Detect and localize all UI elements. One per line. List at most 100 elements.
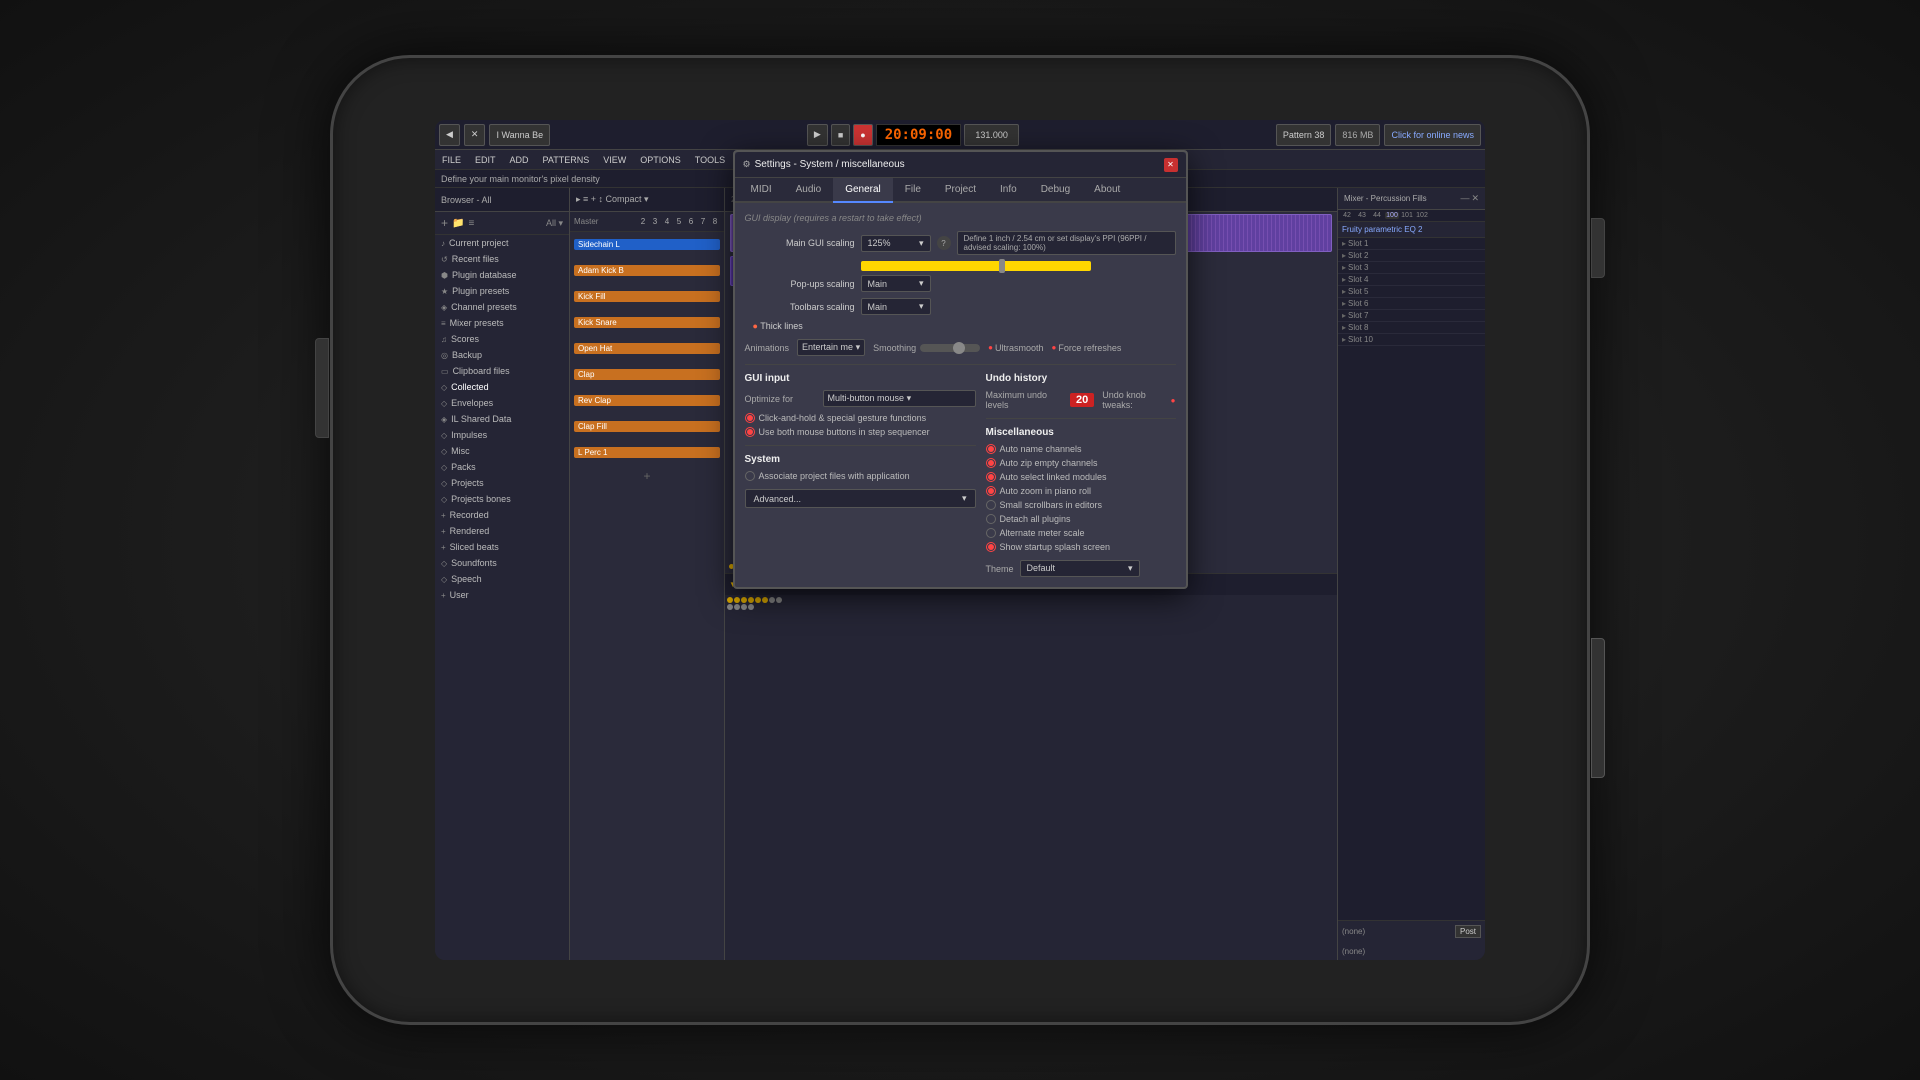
- misc-radio-3[interactable]: [986, 472, 996, 482]
- smoothing-label: Smoothing: [873, 343, 916, 353]
- popups-scaling-label: Pop-ups scaling: [745, 279, 855, 289]
- smoothing-thumb[interactable]: [953, 342, 965, 354]
- option2-radio[interactable]: [745, 427, 755, 437]
- force-refreshes-label: Force refreshes: [1058, 343, 1121, 353]
- theme-arrow: ▾: [1128, 563, 1133, 574]
- misc-radio-1[interactable]: [986, 444, 996, 454]
- theme-value: Default: [1027, 563, 1056, 574]
- popups-scaling-text: Main: [868, 279, 888, 289]
- option1-radio[interactable]: [745, 413, 755, 423]
- misc-radio-4[interactable]: [986, 486, 996, 496]
- volume-button[interactable]: [315, 338, 329, 438]
- dialog-title-area: ⚙ Settings - System / miscellaneous: [743, 159, 905, 170]
- associate-row: Associate project files with application: [745, 471, 976, 481]
- animations-row: Animations Entertain me ▾ Smoothing: [745, 339, 1176, 356]
- undo-misc-panel: Undo history Maximum undo levels 20 Undo…: [986, 373, 1176, 577]
- settings-dialog: ⚙ Settings - System / miscellaneous ✕ MI…: [733, 150, 1188, 589]
- optimize-value: Multi-button mouse: [828, 393, 905, 403]
- option1-row: Click-and-hold & special gesture functio…: [745, 413, 976, 423]
- animations-select[interactable]: Entertain me ▾: [797, 339, 865, 356]
- home-button[interactable]: [1591, 638, 1605, 778]
- smoothing-slider[interactable]: [920, 344, 980, 352]
- advanced-area: Advanced... ▾: [745, 489, 976, 508]
- tab-general[interactable]: General: [833, 178, 893, 203]
- misc-label-3: Auto select linked modules: [1000, 472, 1107, 482]
- misc-option-1: Auto name channels: [986, 444, 1176, 454]
- toolbars-scaling-label: Toolbars scaling: [745, 302, 855, 312]
- dialog-close-btn[interactable]: ✕: [1164, 158, 1178, 172]
- thick-lines-text: Thick lines: [760, 321, 803, 331]
- dialog-title-bar: ⚙ Settings - System / miscellaneous ✕: [735, 152, 1186, 178]
- misc-option-8: Show startup splash screen: [986, 542, 1176, 552]
- misc-option-7: Alternate meter scale: [986, 528, 1176, 538]
- tab-file[interactable]: File: [893, 178, 933, 203]
- tab-midi[interactable]: MIDI: [739, 178, 784, 203]
- advanced-btn[interactable]: Advanced... ▾: [745, 489, 976, 508]
- misc-option-2: Auto zip empty channels: [986, 458, 1176, 468]
- misc-radio-7[interactable]: [986, 528, 996, 538]
- toolbars-scaling-text: Main: [868, 302, 888, 312]
- ultrasmooth-dot: ●: [988, 343, 993, 352]
- smoothing-area: Smoothing: [873, 343, 980, 353]
- misc-option-3: Auto select linked modules: [986, 472, 1176, 482]
- animations-value: Entertain me: [802, 342, 853, 352]
- theme-select[interactable]: Default ▾: [1020, 560, 1140, 577]
- popups-scaling-value[interactable]: Main ▾: [861, 275, 931, 292]
- main-gui-scaling-text: 125%: [868, 238, 891, 248]
- power-button[interactable]: [1591, 218, 1605, 278]
- thick-lines-label: ● Thick lines: [745, 321, 855, 331]
- ultrasmooth-area: ● Ultrasmooth: [988, 343, 1043, 353]
- option2-label: Use both mouse buttons in step sequencer: [759, 427, 930, 437]
- dialog-title: Settings - System / miscellaneous: [755, 159, 905, 170]
- max-undo-label: Maximum undo levels: [986, 390, 1062, 410]
- misc-label-2: Auto zip empty channels: [1000, 458, 1098, 468]
- dropdown-arrow-2: ▾: [919, 278, 924, 289]
- tab-about[interactable]: About: [1082, 178, 1132, 203]
- misc-label-7: Alternate meter scale: [1000, 528, 1085, 538]
- option1-label: Click-and-hold & special gesture functio…: [759, 413, 927, 423]
- misc-radio-8[interactable]: [986, 542, 996, 552]
- ppi-slider[interactable]: [861, 261, 1091, 271]
- misc-radio-5[interactable]: [986, 500, 996, 510]
- optimize-arrow: ▾: [907, 393, 912, 403]
- misc-option-6: Detach all plugins: [986, 514, 1176, 524]
- ppi-slider-container: [861, 261, 1176, 271]
- phone-body: ◀ ✕ I Wanna Be ▶ ■ ● 20:09:00 131.000 Pa…: [330, 55, 1590, 1025]
- main-gui-scaling-label: Main GUI scaling: [745, 238, 855, 248]
- theme-row: Theme Default ▾: [986, 560, 1176, 577]
- gui-input-title: GUI input: [745, 373, 976, 384]
- divider-2: [745, 445, 976, 446]
- misc-radio-6[interactable]: [986, 514, 996, 524]
- dialog-content: GUI display (requires a restart to take …: [735, 203, 1186, 587]
- misc-option-5: Small scrollbars in editors: [986, 500, 1176, 510]
- option2-row: Use both mouse buttons in step sequencer: [745, 427, 976, 437]
- toolbars-scaling-row: Toolbars scaling Main ▾: [745, 298, 1176, 315]
- tab-audio[interactable]: Audio: [784, 178, 834, 203]
- gui-display-label: GUI display (requires a restart to take …: [745, 213, 1176, 223]
- phone-screen: ◀ ✕ I Wanna Be ▶ ■ ● 20:09:00 131.000 Pa…: [435, 120, 1485, 960]
- associate-radio[interactable]: [745, 471, 755, 481]
- toolbars-scaling-value[interactable]: Main ▾: [861, 298, 931, 315]
- associate-label: Associate project files with application: [759, 471, 910, 481]
- tab-project[interactable]: Project: [933, 178, 988, 203]
- ppi-slider-thumb[interactable]: [999, 259, 1005, 273]
- optimize-row: Optimize for Multi-button mouse ▾: [745, 390, 976, 407]
- settings-gear-icon: ⚙: [743, 159, 751, 170]
- settings-tab-bar: MIDI Audio General File Project Info Deb…: [735, 178, 1186, 203]
- optimize-select[interactable]: Multi-button mouse ▾: [823, 390, 976, 407]
- main-gui-scaling-value[interactable]: 125% ▾: [861, 235, 931, 252]
- gui-scaling-help[interactable]: ?: [937, 236, 951, 250]
- theme-label: Theme: [986, 564, 1014, 574]
- misc-radio-2[interactable]: [986, 458, 996, 468]
- tab-info[interactable]: Info: [988, 178, 1029, 203]
- tab-debug[interactable]: Debug: [1029, 178, 1082, 203]
- system-title: System: [745, 454, 976, 465]
- misc-label-6: Detach all plugins: [1000, 514, 1071, 524]
- misc-option-4: Auto zoom in piano roll: [986, 486, 1176, 496]
- anim-arrow: ▾: [856, 342, 861, 352]
- undo-knob-area: Undo knob tweaks: ●: [1102, 390, 1175, 410]
- misc-label-8: Show startup splash screen: [1000, 542, 1111, 552]
- two-panel: GUI input Optimize for Multi-button mous…: [745, 373, 1176, 577]
- undo-knob-label: Undo knob tweaks:: [1102, 390, 1168, 410]
- advanced-arrow: ▾: [962, 493, 967, 504]
